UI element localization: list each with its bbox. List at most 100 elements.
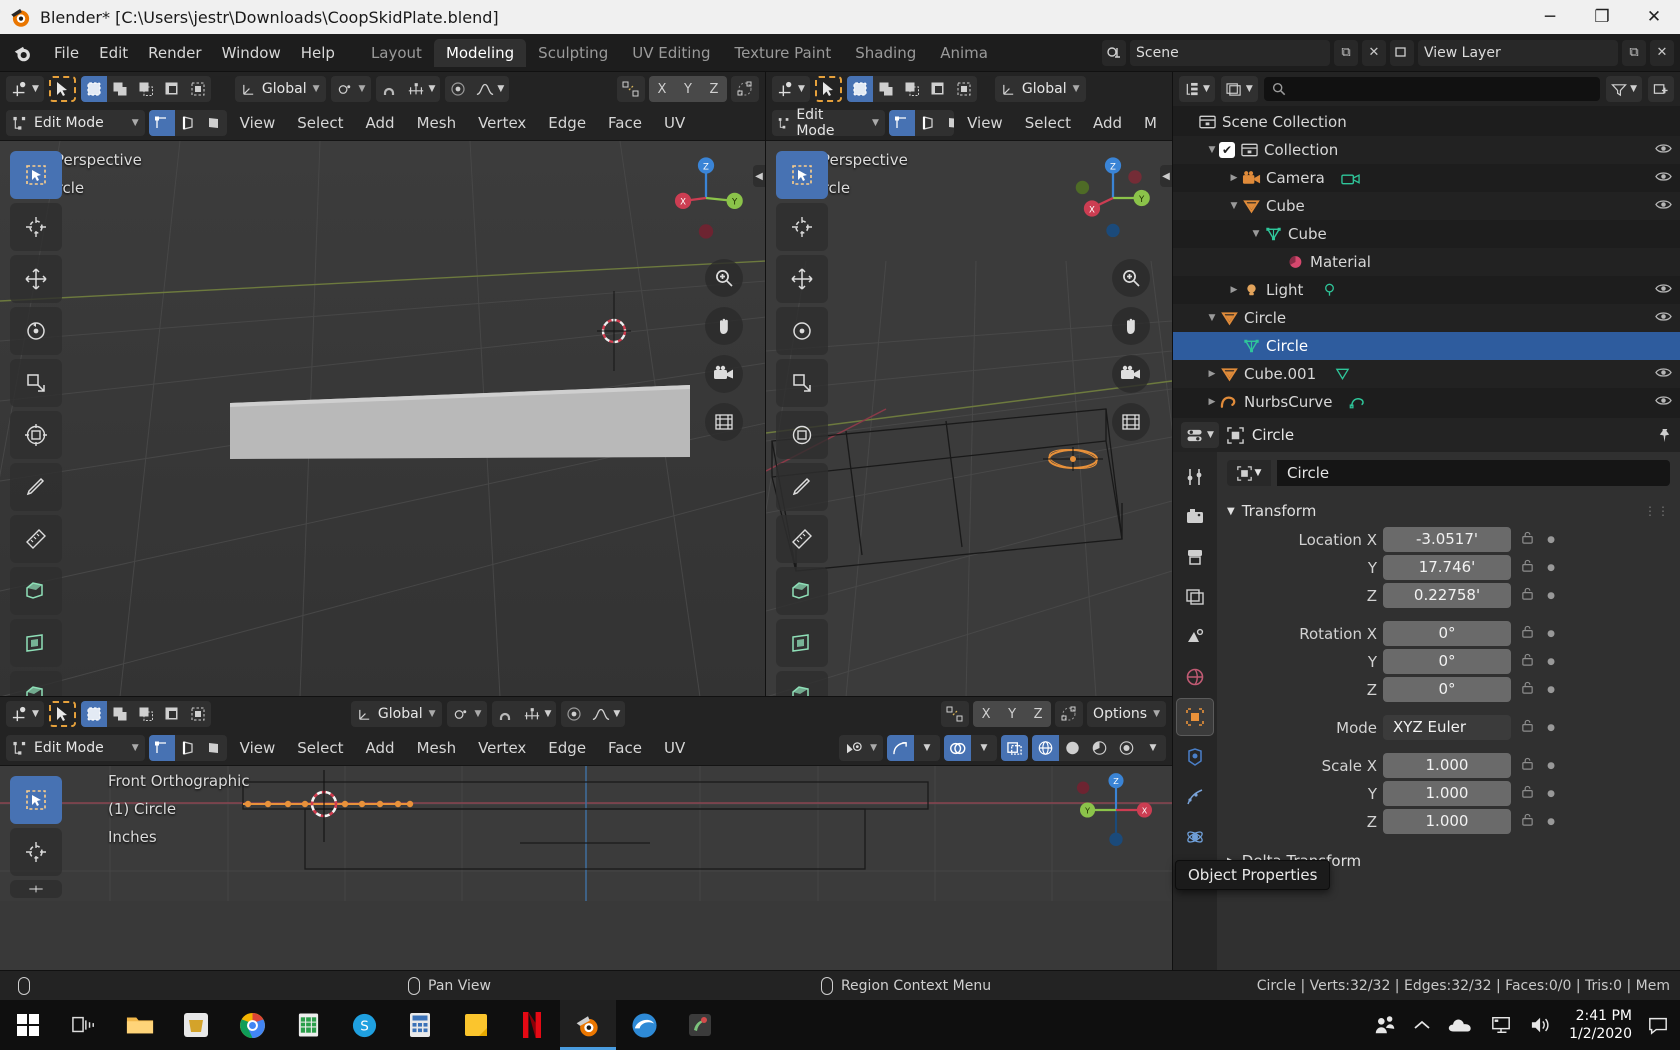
blender-icon[interactable] xyxy=(560,1000,616,1050)
visibility-eye-icon[interactable] xyxy=(1655,142,1672,159)
viewport1-menu-select[interactable]: Select xyxy=(288,110,352,136)
tool-transform-icon[interactable] xyxy=(10,411,62,459)
field-value-scale-x[interactable]: 1.000 xyxy=(1383,753,1511,778)
viewport2-select-set-icon[interactable] xyxy=(846,76,873,102)
outliner-row-scene-collection[interactable]: Scene Collection xyxy=(1173,108,1680,136)
mirror-axis-y[interactable]: Y xyxy=(675,76,701,102)
snap-magnet-icon[interactable] xyxy=(376,76,402,102)
notification-icon[interactable] xyxy=(1648,1015,1668,1035)
viewport3-mode-selector[interactable]: Edit Mode ▼ xyxy=(6,735,145,761)
disclosure-triangle-icon[interactable]: ▶ xyxy=(1227,285,1241,295)
tool-inset-faces-icon[interactable] xyxy=(10,619,62,667)
viewport2-pan-view-icon[interactable] xyxy=(1112,307,1150,345)
animate-property-dot[interactable]: ● xyxy=(1543,723,1559,733)
outliner-editor-type-icon[interactable]: ▼ xyxy=(1179,76,1215,102)
snap-target-selector[interactable]: ▼ xyxy=(402,76,440,102)
pan-view-icon[interactable] xyxy=(705,307,743,345)
viewport2-menu-add[interactable]: Add xyxy=(1084,110,1131,136)
taskbar-clock[interactable]: 2:41 PM 1/2/2020 xyxy=(1569,1007,1632,1043)
viewport3-snap-magnet-icon[interactable] xyxy=(492,701,518,727)
viewport2-tool-bevel-icon[interactable] xyxy=(776,671,828,696)
lock-icon[interactable] xyxy=(1517,757,1537,775)
lock-icon[interactable] xyxy=(1517,531,1537,549)
object-name-value[interactable]: Circle xyxy=(1277,460,1670,486)
disclosure-triangle-icon[interactable]: ▶ xyxy=(1205,369,1219,379)
material-preview-shading-icon[interactable] xyxy=(1086,735,1113,761)
viewport3-select-set-icon[interactable] xyxy=(80,701,107,727)
viewport2-tool-rotate-icon[interactable] xyxy=(776,307,828,355)
viewport2-camera-view-icon[interactable] xyxy=(1112,355,1150,393)
field-value-location-x[interactable]: -3.0517' xyxy=(1383,527,1511,552)
viewport2-tool-extrude-icon[interactable] xyxy=(776,567,828,615)
netflix-icon[interactable] xyxy=(504,1000,560,1050)
select-set-icon[interactable] xyxy=(80,76,107,102)
mirror-axis-x[interactable]: X xyxy=(649,76,675,102)
viewport1-menu-vertex[interactable]: Vertex xyxy=(469,110,535,136)
viewport3-mirror-topology-icon[interactable] xyxy=(1055,701,1084,727)
viewport3-menu-edge[interactable]: Edge xyxy=(539,735,595,761)
viewport1-sidebar-toggle[interactable]: ◀ xyxy=(753,165,765,187)
camera-data-icon[interactable] xyxy=(1341,169,1361,187)
viewport3-options-button[interactable]: Options ▼ xyxy=(1087,701,1166,727)
field-value-y[interactable]: 1.000 xyxy=(1383,781,1511,806)
field-value-z[interactable]: 0° xyxy=(1383,677,1511,702)
tool-extrude-icon[interactable] xyxy=(10,567,62,615)
viewport2-tool-annotate-icon[interactable] xyxy=(776,463,828,511)
lock-icon[interactable] xyxy=(1517,625,1537,643)
viewport2-tool-cursor-icon[interactable] xyxy=(776,203,828,251)
outliner-row-camera[interactable]: ▶ Camera xyxy=(1173,164,1680,192)
lock-icon[interactable] xyxy=(1517,813,1537,831)
calculator-icon[interactable] xyxy=(392,1000,448,1050)
mirror-axis-z[interactable]: Z xyxy=(701,76,727,102)
light-data-icon[interactable] xyxy=(1319,281,1339,299)
disclosure-triangle-icon[interactable]: ▶ xyxy=(1205,397,1219,407)
tool-bevel-icon[interactable] xyxy=(10,671,62,696)
falloff-type-selector[interactable]: ▼ xyxy=(471,76,509,102)
tab-tool[interactable] xyxy=(1176,458,1214,496)
workspace-tab-texture-paint[interactable]: Texture Paint xyxy=(722,39,843,67)
workspace-tab-shading[interactable]: Shading xyxy=(843,39,928,67)
blender-menu-icon[interactable] xyxy=(12,42,34,64)
disclosure-triangle-icon[interactable]: ▼ xyxy=(1205,145,1219,155)
sticky-notes-icon[interactable] xyxy=(448,1000,504,1050)
show-hidden-icons-icon[interactable] xyxy=(1413,1018,1431,1032)
viewport3-menu-uv[interactable]: UV xyxy=(655,735,694,761)
viewport3-navigation-gizmo[interactable]: Z Y X xyxy=(1076,770,1156,850)
outliner-display-mode-selector[interactable]: ▼ xyxy=(1220,76,1258,102)
animate-property-dot[interactable]: ● xyxy=(1543,817,1559,827)
outliner-filter-icon[interactable]: ▼ xyxy=(1606,76,1642,102)
viewport3-tool-tweak-icon[interactable] xyxy=(10,776,62,824)
tool-annotate-icon[interactable] xyxy=(10,463,62,511)
tab-modifiers[interactable] xyxy=(1176,738,1214,776)
viewport3-menu-mesh[interactable]: Mesh xyxy=(408,735,466,761)
outliner-row-cube-001[interactable]: ▶ Cube.001 xyxy=(1173,360,1680,388)
viewport2-menu-mesh[interactable]: M xyxy=(1135,110,1166,136)
viewport2-select-extend-icon[interactable] xyxy=(873,76,899,102)
viewport1-menu-view[interactable]: View xyxy=(231,110,285,136)
zoom-view-icon[interactable] xyxy=(705,259,743,297)
viewport2-select-subtract-icon[interactable] xyxy=(899,76,925,102)
visibility-eye-icon[interactable] xyxy=(1655,394,1672,411)
object-name-field[interactable]: ▼ Circle xyxy=(1227,460,1670,486)
lock-icon[interactable] xyxy=(1517,719,1537,737)
viewport3-canvas[interactable]: Front Orthographic (1) Circle Inches Z Y… xyxy=(0,766,1172,970)
shading-dropdown-icon[interactable]: ▼ xyxy=(1140,735,1166,761)
viewport2-menu-select[interactable]: Select xyxy=(1016,110,1080,136)
remove-scene-icon[interactable]: ✕ xyxy=(1362,39,1386,66)
viewport3-tool-cursor-icon[interactable] xyxy=(10,828,62,876)
visibility-eye-icon[interactable] xyxy=(1655,310,1672,327)
viewport3-menu-view[interactable]: View xyxy=(231,735,285,761)
outliner-row-material[interactable]: Material xyxy=(1173,248,1680,276)
viewport1-menu-edge[interactable]: Edge xyxy=(539,110,595,136)
mirror-icon[interactable] xyxy=(617,76,645,102)
workspace-tab-sculpting[interactable]: Sculpting xyxy=(526,39,620,67)
camera-view-icon[interactable] xyxy=(705,355,743,393)
disclosure-triangle-icon[interactable]: ▼ xyxy=(1205,313,1219,323)
properties-editor-type-icon[interactable]: ▼ xyxy=(1181,422,1219,448)
file-explorer-icon[interactable] xyxy=(112,1000,168,1050)
viewport3-menu-add[interactable]: Add xyxy=(357,735,404,761)
toggle-xray-icon[interactable] xyxy=(1001,735,1028,761)
edge-icon[interactable] xyxy=(616,1000,672,1050)
toggle-orthographic-icon[interactable] xyxy=(705,403,743,441)
task-view-icon[interactable] xyxy=(56,1000,112,1050)
